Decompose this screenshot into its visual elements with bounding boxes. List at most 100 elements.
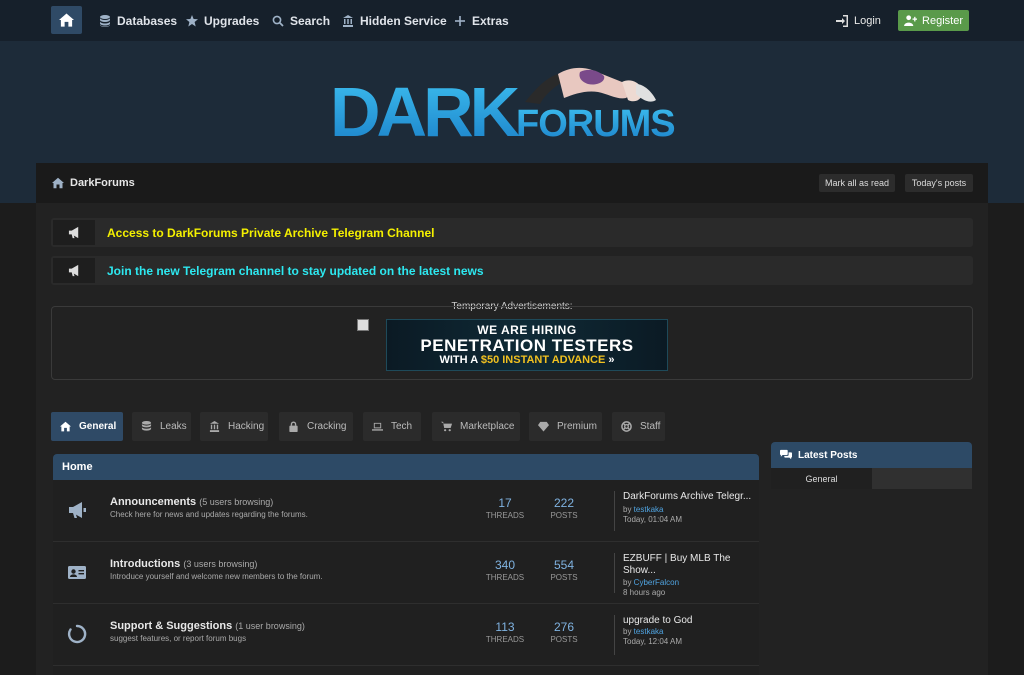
posts-count: 276 (553, 620, 575, 634)
logo-figure (525, 67, 656, 104)
forum-title[interactable]: Support & Suggestions (1 user browsing) (110, 620, 305, 632)
nav-search[interactable]: Search (272, 0, 330, 41)
main-container: DarkForums Mark all as read Today's post… (36, 163, 988, 675)
latest-posts-header: Latest Posts (771, 442, 972, 468)
database-icon (141, 421, 152, 431)
forum-name[interactable]: Introductions (110, 558, 180, 570)
register-button[interactable]: Register (898, 10, 969, 31)
tab-premium[interactable]: Premium (529, 412, 602, 441)
last-post-time: Today, 12:04 AM (623, 637, 682, 646)
forum-table-header[interactable]: Home (53, 454, 759, 480)
megaphone-icon (67, 500, 87, 520)
nav-extras-label: Extras (472, 13, 509, 28)
last-post-user[interactable]: testkaka (634, 505, 664, 514)
last-post-user[interactable]: CyberFalcon (634, 578, 679, 587)
notice-telegram-channel[interactable]: Join the new Telegram channel to stay up… (51, 256, 973, 285)
ad-banner[interactable]: WE ARE HIRING PENETRATION TESTERS WITH A… (386, 319, 668, 371)
diamond-icon (538, 421, 549, 432)
forum-table: Home Announcements (5 users browsing) Ch… (53, 454, 759, 675)
tab-cracking[interactable]: Cracking (279, 412, 353, 441)
forum-row-support[interactable]: Support & Suggestions (1 user browsing) … (53, 604, 759, 666)
forum-desc: Check here for news and updates regardin… (110, 510, 308, 519)
bullhorn-icon (68, 264, 78, 277)
tab-marketplace[interactable]: Marketplace (432, 412, 520, 441)
tab-label: Cracking (307, 421, 347, 432)
last-post-by: by testkaka (623, 627, 663, 636)
site-logo[interactable]: DARK FORUMS (330, 60, 695, 151)
tab-general[interactable]: General (51, 412, 123, 441)
forum-desc: Introduce yourself and welcome new membe… (110, 572, 323, 581)
forum-title[interactable]: Announcements (5 users browsing) (110, 496, 273, 508)
ad-box: WE ARE HIRING PENETRATION TESTERS WITH A… (51, 306, 973, 380)
last-post-title[interactable]: DarkForums Archive Telegr... (623, 491, 758, 503)
posts-label: POSTS (550, 635, 578, 644)
search-icon (272, 15, 284, 27)
nav-extras[interactable]: Extras (454, 0, 509, 41)
login-link[interactable]: Login (836, 0, 881, 41)
last-post: DarkForums Archive Telegr... by testkaka… (614, 491, 754, 531)
ad-amount: $50 INSTANT ADVANCE (480, 354, 606, 366)
latest-posts-title: Latest Posts (798, 449, 858, 461)
last-post-title[interactable]: upgrade to God (623, 615, 758, 627)
forum-table-title: Home (62, 461, 93, 473)
nav-databases-label: Databases (117, 13, 178, 28)
forum-threads: 17 THREADS (480, 496, 530, 520)
threads-count: 113 (495, 620, 515, 634)
last-post-user[interactable]: testkaka (634, 627, 664, 636)
nav-upgrades[interactable]: Upgrades (186, 0, 259, 41)
broken-image-icon (357, 319, 369, 331)
ad-line-3-post: » (605, 354, 615, 366)
lifebuoy-icon (621, 421, 632, 432)
login-label: Login (854, 14, 881, 27)
tab-tech[interactable]: Tech (363, 412, 421, 441)
threads-count: 340 (494, 558, 516, 572)
latest-posts-tab-empty (872, 468, 972, 489)
nav-databases[interactable]: Databases (99, 0, 177, 41)
threads-count: 17 (498, 496, 512, 510)
posts-count: 222 (553, 496, 575, 510)
last-post-title[interactable]: EZBUFF | Buy MLB The Show... (623, 553, 751, 577)
forum-name[interactable]: Announcements (110, 496, 196, 508)
building-icon (343, 14, 353, 27)
laptop-icon (372, 422, 383, 431)
breadcrumb[interactable]: DarkForums (52, 177, 135, 189)
home-icon (60, 421, 71, 432)
tab-leaks[interactable]: Leaks (132, 412, 191, 441)
last-post-by: by testkaka (623, 505, 663, 514)
home-button[interactable] (51, 6, 82, 34)
star-icon (186, 14, 198, 26)
last-post-time: 8 hours ago (623, 588, 666, 597)
comments-icon (780, 449, 792, 460)
notice-telegram-archive[interactable]: Access to DarkForums Private Archive Tel… (51, 218, 973, 247)
ad-line-3: WITH A $50 INSTANT ADVANCE » (387, 354, 667, 366)
nav-hidden-service[interactable]: Hidden Service (342, 0, 447, 41)
threads-label: THREADS (485, 635, 525, 644)
last-post: upgrade to God by testkaka Today, 12:04 … (614, 615, 754, 655)
forum-browsing: (1 user browsing) (235, 621, 305, 631)
user-plus-icon (904, 15, 918, 26)
tab-hacking[interactable]: Hacking (200, 412, 268, 441)
forum-row-introductions[interactable]: Introductions (3 users browsing) Introdu… (53, 542, 759, 604)
id-card-icon (67, 562, 87, 582)
todays-posts-button[interactable]: Today's posts (905, 174, 973, 192)
database-icon (100, 14, 110, 27)
building-icon (209, 421, 220, 432)
latest-posts-tab-general[interactable]: General (771, 468, 872, 489)
threads-label: THREADS (485, 573, 525, 582)
forum-title[interactable]: Introductions (3 users browsing) (110, 558, 257, 570)
by-label: by (623, 627, 634, 636)
tab-label: General (79, 421, 117, 432)
home-icon (59, 13, 74, 27)
forum-row-announcements[interactable]: Announcements (5 users browsing) Check h… (53, 480, 759, 542)
forum-posts: 554 POSTS (539, 558, 589, 582)
tab-label: Staff (640, 421, 661, 432)
last-post-time: Today, 01:04 AM (623, 515, 682, 524)
forum-name[interactable]: Support & Suggestions (110, 620, 232, 632)
sign-in-icon (836, 14, 848, 27)
by-label: by (623, 505, 634, 514)
mark-all-read-button[interactable]: Mark all as read (819, 174, 895, 192)
logo-forums-text: FORUMS (516, 103, 675, 142)
ad-line-2: PENETRATION TESTERS (420, 336, 634, 355)
tab-staff[interactable]: Staff (612, 412, 665, 441)
ad-line-1: WE ARE HIRING (477, 323, 577, 337)
